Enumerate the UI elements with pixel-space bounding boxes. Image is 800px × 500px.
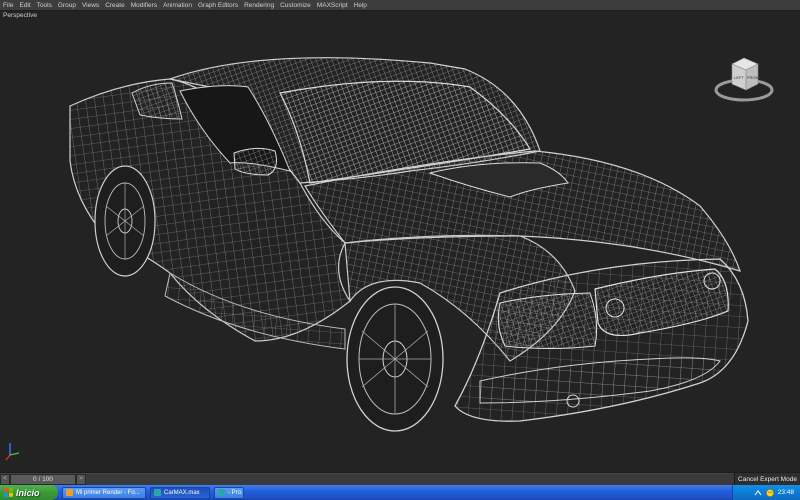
taskbar-button-label: CarMAX.max [164,489,200,496]
front-wheel [346,286,444,432]
frame-counter: 0 / 100 [33,475,53,483]
viewcube[interactable]: LEFT FRONT [712,46,776,108]
menu-file[interactable]: File [3,0,13,11]
windows-taskbar: Inicio Mi primer Render - Fo... CarMAX.ma… [0,485,800,500]
menu-graph-editors[interactable]: Graph Editors [198,0,238,11]
rear-wheel [94,165,156,277]
menu-maxscript[interactable]: MAXScript [317,0,348,11]
axis-tripod-icon [4,441,22,461]
menu-tools[interactable]: Tools [37,0,52,11]
start-button[interactable]: Inicio [0,485,58,500]
menu-rendering[interactable]: Rendering [244,0,274,11]
side-mirror [233,147,277,176]
windows-logo-icon [4,487,13,498]
time-prev-button[interactable]: < [0,473,10,485]
menu-customize[interactable]: Customize [280,0,311,11]
track-bar[interactable] [86,473,734,485]
cancel-expert-mode-button[interactable]: Cancel Expert Mode [734,473,800,485]
taskbar-button-0[interactable]: Mi primer Render - Fo... [62,486,146,499]
viewcube-left-label: LEFT [734,75,744,80]
menu-create[interactable]: Create [105,0,125,11]
browser-icon [66,489,73,496]
app-icon [218,489,225,496]
max-icon [154,489,161,496]
menu-views[interactable]: Views [82,0,99,11]
menu-animation[interactable]: Animation [163,0,192,11]
menu-modifiers[interactable]: Modifiers [131,0,157,11]
viewcube-front-label: FRONT [747,75,761,80]
clock[interactable]: 23:48 [778,489,794,496]
taskbar-button-2[interactable]: - Pro... [214,486,244,499]
taskbar-button-label: Mi primer Render - Fo... [76,489,140,496]
menu-edit[interactable]: Edit [19,0,30,11]
tray-arrows-icon[interactable] [754,489,762,497]
time-next-button[interactable]: > [76,473,86,485]
menu-group[interactable]: Group [58,0,76,11]
messenger-icon[interactable] [765,488,774,497]
taskbar-button-1[interactable]: CarMAX.max [150,486,210,499]
perspective-viewport[interactable]: Perspective LEFT FRONT [0,11,800,472]
time-slider[interactable]: 0 / 100 [10,473,76,485]
car-wireframe-model[interactable] [0,11,800,472]
time-slider-bar: < 0 / 100 > Cancel Expert Mode [0,472,800,485]
left-headlight [497,292,598,349]
start-label: Inicio [16,487,40,498]
menu-bar: File Edit Tools Group Views Create Modifiers An… [0,0,800,11]
system-tray: 23:48 [732,485,800,500]
menu-help[interactable]: Help [354,0,367,11]
taskbar-button-label: - Pro... [228,489,243,496]
viewport-label[interactable]: Perspective [3,12,37,19]
